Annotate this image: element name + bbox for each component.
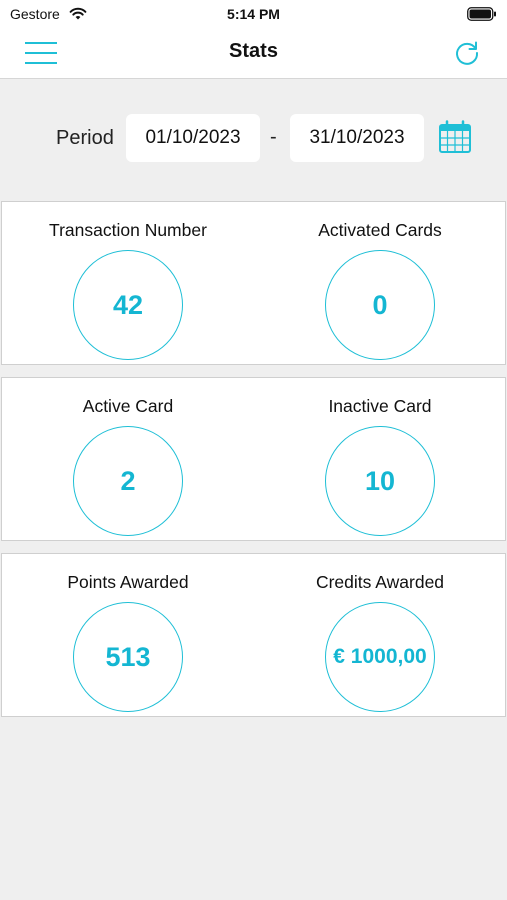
stats-card: Transaction Number 42 Activated Cards 0: [1, 201, 506, 365]
stat-label: Inactive Card: [328, 396, 432, 416]
status-time: 5:14 PM: [227, 6, 280, 22]
stat-label: Active Card: [82, 396, 174, 416]
stat-activated-cards: Activated Cards 0: [254, 202, 506, 366]
start-date-field[interactable]: 01/10/2023: [126, 114, 260, 162]
battery-icon: [467, 7, 496, 21]
stat-circle: 10: [325, 426, 435, 536]
stat-value: € 1000,00: [333, 645, 427, 668]
period-selector: Period 01/10/2023 - 31/10/2023: [0, 114, 507, 164]
navigation-bar: Stats: [0, 28, 507, 79]
calendar-icon[interactable]: [438, 120, 472, 154]
stat-inactive-card: Inactive Card 10: [254, 378, 506, 542]
stat-value: 2: [120, 465, 136, 496]
stat-label: Points Awarded: [67, 572, 189, 592]
stat-value: 513: [105, 641, 151, 672]
stat-transaction-number: Transaction Number 42: [2, 202, 254, 366]
end-date-field[interactable]: 31/10/2023: [290, 114, 424, 162]
stat-value: 0: [372, 289, 388, 320]
stat-circle: 2: [73, 426, 183, 536]
stat-points-awarded: Points Awarded 513: [2, 554, 254, 718]
stat-credits-awarded: Credits Awarded € 1000,00: [254, 554, 506, 718]
status-bar: Gestore 5:14 PM: [0, 0, 507, 28]
stats-card: Active Card 2 Inactive Card 10: [1, 377, 506, 541]
stats-card: Points Awarded 513 Credits Awarded € 100…: [1, 553, 506, 717]
stat-circle: 42: [73, 250, 183, 360]
stat-circle: 0: [325, 250, 435, 360]
period-label: Period: [56, 127, 114, 149]
stat-circle: € 1000,00: [325, 602, 435, 712]
stat-circle: 513: [73, 602, 183, 712]
stat-label: Transaction Number: [49, 220, 207, 240]
page-title: Stats: [229, 40, 278, 62]
stat-label: Activated Cards: [318, 220, 442, 240]
stat-value: 42: [112, 289, 144, 320]
stat-label: Credits Awarded: [315, 572, 445, 592]
stat-active-card: Active Card 2: [2, 378, 254, 542]
stat-value: 10: [364, 465, 396, 496]
refresh-icon[interactable]: [453, 39, 481, 67]
date-separator: -: [270, 126, 277, 148]
